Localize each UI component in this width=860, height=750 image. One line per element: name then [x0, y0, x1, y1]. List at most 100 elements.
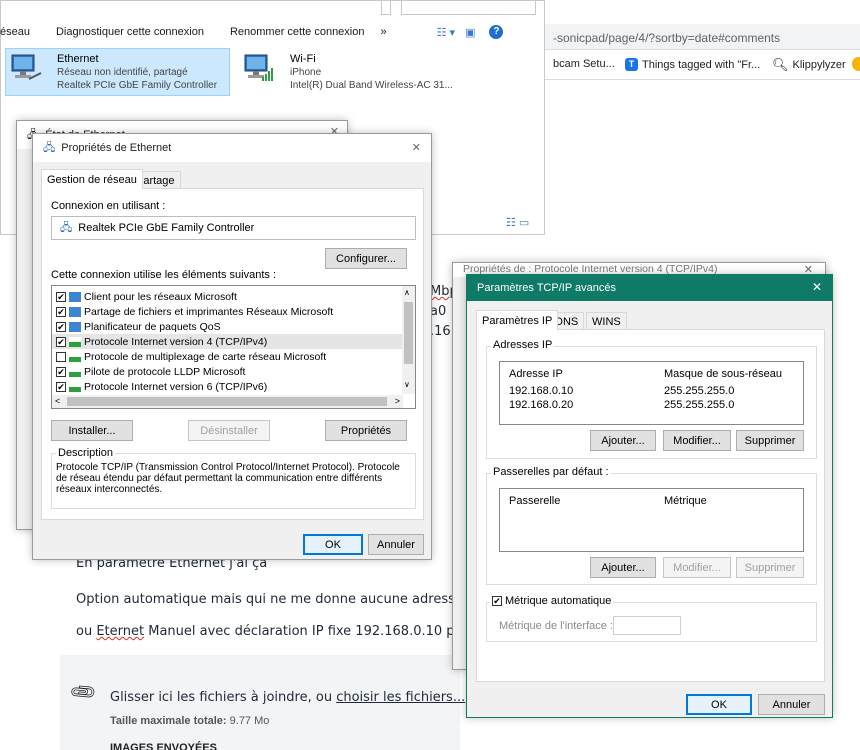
- component-lldp[interactable]: ✔ Pilote de protocole LLDP Microsoft: [52, 364, 415, 379]
- chevron-left-icon[interactable]: <: [55, 396, 60, 406]
- auto-metric-checkbox[interactable]: ✔ Métrique automatique: [490, 595, 614, 607]
- ethernet-properties-titlebar: 🖧︎ Propriétés de Ethernet: [33, 134, 431, 162]
- chevron-down-icon[interactable]: ∨: [404, 380, 410, 389]
- component-ipv4[interactable]: ✔ Protocole Internet version 4 (TCP/IPv4…: [52, 334, 402, 349]
- advanced-tcpip-dialog: Paramètres TCP/IP avancés ✕ Paramètres I…: [466, 274, 833, 718]
- scrollbar-thumb[interactable]: [404, 302, 413, 364]
- chevron-right-icon[interactable]: >: [395, 396, 400, 406]
- choose-files-link[interactable]: choisir les fichiers...: [336, 690, 465, 705]
- window-toolbar-stub: [381, 1, 391, 15]
- bookmark-things-tagged[interactable]: T Things tagged with "Fr...: [625, 58, 760, 71]
- install-button[interactable]: Installer...: [51, 420, 133, 441]
- close-icon[interactable]: ✕: [812, 280, 822, 294]
- view-toggle-icon[interactable]: ☷ ▭: [506, 216, 529, 229]
- url-text[interactable]: -sonicpad/page/4/?sortby=date#comments: [553, 31, 780, 45]
- interface-metric-input[interactable]: [613, 616, 681, 635]
- ip-row-1-mask[interactable]: 255.255.255.0: [664, 385, 734, 397]
- bookmark-label: bcam Setu...: [553, 58, 615, 70]
- component-file-sharing[interactable]: ✔ Partage de fichiers et imprimantes Rés…: [52, 304, 415, 319]
- uninstall-button[interactable]: Désinstaller: [188, 420, 270, 441]
- gateway-list[interactable]: Passerelle Métrique: [499, 488, 804, 552]
- wifi-status: iPhone: [290, 67, 322, 78]
- checkbox[interactable]: ✔: [492, 596, 502, 606]
- checkbox[interactable]: ✔: [56, 321, 66, 332]
- more-commands-button[interactable]: »: [380, 26, 386, 38]
- cancel-button[interactable]: Annuler: [758, 694, 825, 715]
- interface-metric-label: Métrique de l'interface :: [499, 620, 613, 632]
- protocol-icon: [69, 351, 81, 362]
- diagnose-connection-button[interactable]: Diagnostiquer cette connexion: [56, 26, 204, 38]
- component-qos[interactable]: ✔ Planificateur de paquets QoS: [52, 319, 415, 334]
- tab-ip-settings[interactable]: Paramètres IP: [476, 310, 559, 330]
- ip-header-mask: Masque de sous-réseau: [664, 368, 783, 380]
- protocol-icon: [69, 366, 81, 377]
- ip-remove-button[interactable]: Supprimer: [736, 430, 804, 451]
- close-icon[interactable]: ✕: [412, 141, 421, 154]
- gw-header-gateway: Passerelle: [509, 495, 561, 507]
- tab-networking[interactable]: Gestion de réseau: [41, 169, 143, 189]
- forum-snippet-2: a0: [430, 304, 447, 319]
- ip-settings-panel: Adresses IP Adresse IP Masque de sous-ré…: [476, 329, 825, 682]
- ip-row-1-address[interactable]: 192.168.0.10: [509, 385, 573, 397]
- adapter-field: 🖧︎ Realtek PCIe GbE Family Controller: [51, 216, 416, 240]
- bookmark-label: Things tagged with "Fr...: [642, 58, 761, 71]
- components-list[interactable]: ✔ Client pour les réseaux Microsoft ✔ Pa…: [51, 285, 416, 409]
- checkbox[interactable]: [56, 351, 66, 362]
- ethernet-adapter-name: Realtek PCIe GbE Family Controller: [57, 80, 218, 91]
- ethernet-adapter-icon: [11, 54, 42, 80]
- network-client-icon: [69, 321, 81, 332]
- attach-instructions: Glisser ici les fichiers à joindre, ou c…: [110, 690, 466, 705]
- wifi-name: Wi-Fi: [290, 53, 316, 65]
- preview-pane-icon[interactable]: ▣: [465, 26, 475, 39]
- connect-using-label: Connexion en utilisant :: [51, 200, 166, 212]
- connections-toolbar: éseau Diagnostiquer cette connexion Reno…: [0, 21, 546, 43]
- network-icon: 🖧︎: [43, 141, 56, 154]
- scrollbar-thumb[interactable]: [67, 397, 387, 406]
- forum-snippet-3: .16: [430, 324, 451, 339]
- ok-button[interactable]: OK: [303, 534, 363, 555]
- checkbox[interactable]: ✔: [56, 381, 66, 392]
- tab-wins[interactable]: WINS: [586, 312, 627, 330]
- component-client-ms[interactable]: ✔ Client pour les réseaux Microsoft: [52, 289, 415, 304]
- properties-button[interactable]: Propriétés: [325, 420, 407, 441]
- checkbox[interactable]: ✔: [56, 336, 66, 347]
- view-options-icon[interactable]: ☷ ▾: [437, 26, 455, 39]
- horizontal-scrollbar[interactable]: < >: [52, 395, 403, 408]
- ip-row-2-address[interactable]: 192.168.0.20: [509, 399, 573, 411]
- forum-line-manual: ou Eternet Manuel avec déclaration IP fi…: [76, 624, 492, 639]
- network-client-icon: [69, 291, 81, 302]
- configure-button[interactable]: Configurer...: [325, 248, 407, 269]
- cancel-button[interactable]: Annuler: [368, 534, 424, 555]
- advanced-titlebar: Paramètres TCP/IP avancés: [467, 275, 832, 301]
- ip-address-list[interactable]: Adresse IP Masque de sous-réseau 192.168…: [499, 361, 804, 425]
- chevron-up-icon[interactable]: ∧: [404, 288, 410, 297]
- search-box[interactable]: [401, 1, 536, 15]
- uploaded-images-heading: IMAGES ENVOYÉES: [110, 742, 217, 750]
- checkbox[interactable]: ✔: [56, 366, 66, 377]
- protocol-icon: [69, 336, 81, 347]
- gw-add-button[interactable]: Ajouter...: [590, 557, 656, 578]
- gw-remove-button[interactable]: Supprimer: [736, 557, 804, 578]
- ok-button[interactable]: OK: [686, 694, 752, 715]
- ip-row-2-mask[interactable]: 255.255.255.0: [664, 399, 734, 411]
- rename-connection-button[interactable]: Renommer cette connexion: [230, 26, 365, 38]
- ip-add-button[interactable]: Ajouter...: [590, 430, 656, 451]
- ip-modify-button[interactable]: Modifier...: [663, 430, 731, 451]
- gw-modify-button[interactable]: Modifier...: [663, 557, 731, 578]
- checkbox[interactable]: ✔: [56, 306, 66, 317]
- ethernet-properties-title: Propriétés de Ethernet: [61, 142, 172, 154]
- vertical-scrollbar[interactable]: ∧ ∨: [402, 286, 415, 394]
- bookmark-webcam[interactable]: bcam Setu...: [553, 58, 615, 70]
- network-adapter-icon: 🖧︎: [60, 221, 73, 234]
- checkbox[interactable]: ✔: [56, 291, 66, 302]
- toolbar-network-item[interactable]: éseau: [0, 26, 30, 38]
- help-icon[interactable]: ?: [489, 25, 504, 39]
- forum-line-auto: Option automatique mais qui ne me donne …: [76, 592, 491, 607]
- component-multiplexing[interactable]: Protocole de multiplexage de carte résea…: [52, 349, 415, 364]
- bookmark-klippylyzer[interactable]: 🔍︎ Klippylyzer: [772, 58, 846, 71]
- protocol-icon: [69, 381, 81, 392]
- component-ipv6[interactable]: ✔ Protocole Internet version 6 (TCP/IPv6…: [52, 379, 415, 394]
- networking-panel: Connexion en utilisant : 🖧︎ Realtek PCIe…: [41, 188, 424, 520]
- description-label: Description: [56, 447, 116, 459]
- max-size-text: Taille maximale totale: 9.77 Mo: [110, 715, 270, 727]
